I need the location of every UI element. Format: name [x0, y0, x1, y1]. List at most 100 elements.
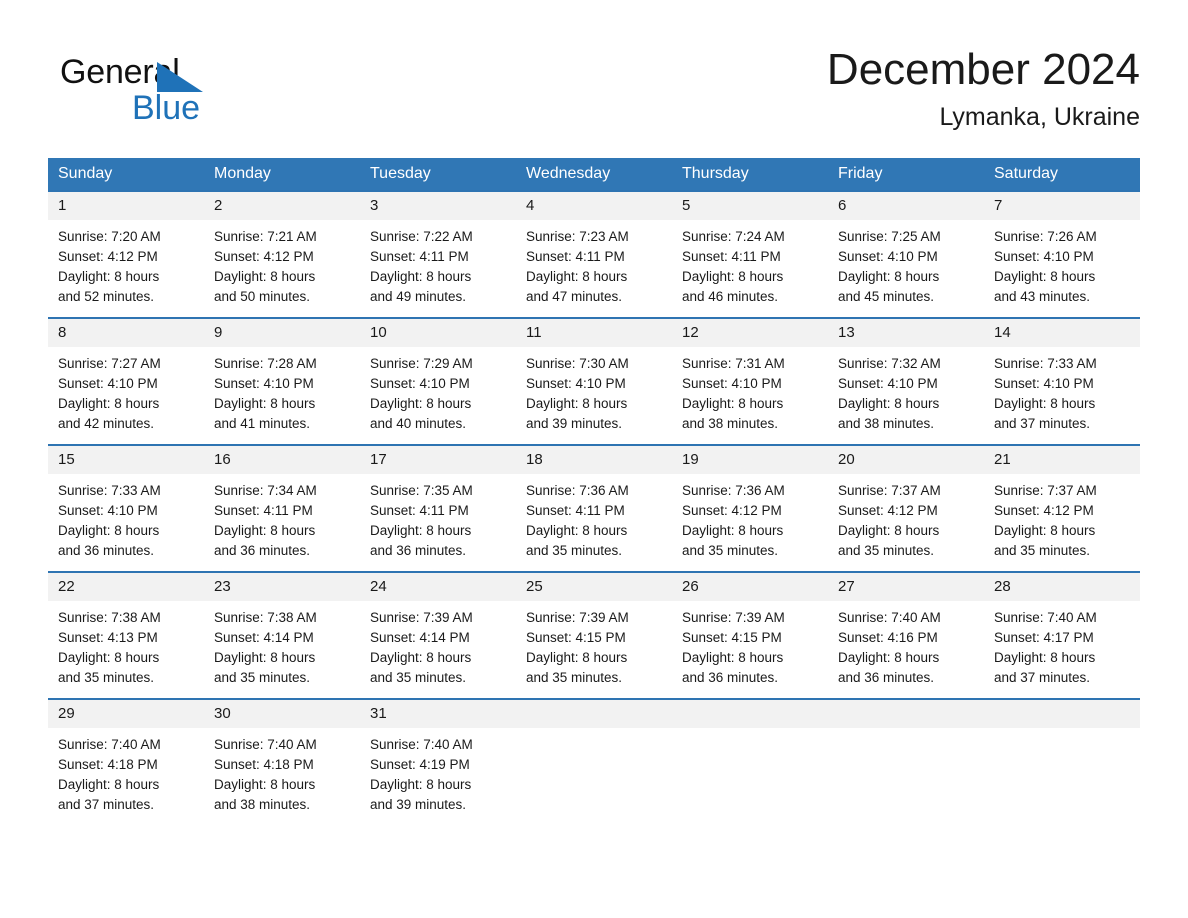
sunrise-text: Sunrise: 7:40 AM	[58, 737, 161, 752]
day-number: 8	[48, 319, 204, 347]
day-cell[interactable]: 22 Sunrise: 7:38 AM Sunset: 4:13 PM Dayl…	[48, 571, 204, 699]
sunset-text: Sunset: 4:16 PM	[838, 630, 938, 645]
daylight-text-line2: and 39 minutes.	[370, 797, 467, 812]
day-cell[interactable]: 15 Sunrise: 7:33 AM Sunset: 4:10 PM Dayl…	[48, 444, 204, 572]
calendar-table: Sunday Monday Tuesday Wednesday Thursday…	[48, 158, 1140, 825]
day-cell[interactable]: 7 Sunrise: 7:26 AM Sunset: 4:10 PM Dayli…	[984, 190, 1140, 318]
daylight-text-line1: Daylight: 8 hours	[58, 523, 160, 538]
day-cell[interactable]: 13 Sunrise: 7:32 AM Sunset: 4:10 PM Dayl…	[828, 317, 984, 445]
day-number: 22	[48, 573, 204, 601]
sunrise-text: Sunrise: 7:31 AM	[682, 356, 785, 371]
day-number: 29	[48, 700, 204, 728]
day-cell[interactable]: 10 Sunrise: 7:29 AM Sunset: 4:10 PM Dayl…	[360, 317, 516, 445]
day-cell[interactable]: 9 Sunrise: 7:28 AM Sunset: 4:10 PM Dayli…	[204, 317, 360, 445]
daylight-text-line1: Daylight: 8 hours	[58, 396, 160, 411]
day-number	[516, 700, 672, 728]
daylight-text-line1: Daylight: 8 hours	[838, 650, 940, 665]
daylight-text-line1: Daylight: 8 hours	[526, 269, 628, 284]
day-cell[interactable]: 25 Sunrise: 7:39 AM Sunset: 4:15 PM Dayl…	[516, 571, 672, 699]
weekday-header-monday: Monday	[204, 158, 360, 191]
day-cell[interactable]: 2 Sunrise: 7:21 AM Sunset: 4:12 PM Dayli…	[204, 190, 360, 318]
daylight-text-line1: Daylight: 8 hours	[370, 269, 472, 284]
day-cell[interactable]: 1 Sunrise: 7:20 AM Sunset: 4:12 PM Dayli…	[48, 190, 204, 318]
daylight-text-line1: Daylight: 8 hours	[838, 523, 940, 538]
day-cell[interactable]: 12 Sunrise: 7:31 AM Sunset: 4:10 PM Dayl…	[672, 317, 828, 445]
day-number	[672, 700, 828, 728]
day-cell[interactable]: 18 Sunrise: 7:36 AM Sunset: 4:11 PM Dayl…	[516, 444, 672, 572]
day-details: Sunrise: 7:30 AM Sunset: 4:10 PM Dayligh…	[516, 347, 672, 444]
daylight-text-line2: and 35 minutes.	[682, 543, 779, 558]
day-number: 11	[516, 319, 672, 347]
day-number: 6	[828, 192, 984, 220]
sunset-text: Sunset: 4:10 PM	[58, 503, 158, 518]
sunrise-text: Sunrise: 7:37 AM	[838, 483, 941, 498]
day-cell[interactable]: 20 Sunrise: 7:37 AM Sunset: 4:12 PM Dayl…	[828, 444, 984, 572]
day-cell[interactable]: 19 Sunrise: 7:36 AM Sunset: 4:12 PM Dayl…	[672, 444, 828, 572]
daylight-text-line1: Daylight: 8 hours	[682, 650, 784, 665]
day-cell[interactable]: 29 Sunrise: 7:40 AM Sunset: 4:18 PM Dayl…	[48, 698, 204, 825]
sunrise-text: Sunrise: 7:28 AM	[214, 356, 317, 371]
day-number: 20	[828, 446, 984, 474]
day-cell[interactable]: 31 Sunrise: 7:40 AM Sunset: 4:19 PM Dayl…	[360, 698, 516, 825]
day-number: 4	[516, 192, 672, 220]
day-number: 12	[672, 319, 828, 347]
day-cell[interactable]: 23 Sunrise: 7:38 AM Sunset: 4:14 PM Dayl…	[204, 571, 360, 699]
sunset-text: Sunset: 4:12 PM	[838, 503, 938, 518]
general-blue-logo[interactable]: General Blue	[60, 52, 290, 136]
calendar-week-row: 8 Sunrise: 7:27 AM Sunset: 4:10 PM Dayli…	[48, 317, 1140, 445]
title-block: December 2024 Lymanka, Ukraine	[827, 44, 1140, 134]
daylight-text-line2: and 37 minutes.	[58, 797, 155, 812]
day-details: Sunrise: 7:23 AM Sunset: 4:11 PM Dayligh…	[516, 220, 672, 317]
sunrise-text: Sunrise: 7:39 AM	[526, 610, 629, 625]
day-cell[interactable]: 30 Sunrise: 7:40 AM Sunset: 4:18 PM Dayl…	[204, 698, 360, 825]
day-details: Sunrise: 7:39 AM Sunset: 4:15 PM Dayligh…	[516, 601, 672, 698]
day-cell[interactable]: 4 Sunrise: 7:23 AM Sunset: 4:11 PM Dayli…	[516, 190, 672, 318]
logo-text-blue: Blue	[132, 89, 201, 127]
day-cell[interactable]: 5 Sunrise: 7:24 AM Sunset: 4:11 PM Dayli…	[672, 190, 828, 318]
day-details	[984, 728, 1140, 818]
day-cell[interactable]: 11 Sunrise: 7:30 AM Sunset: 4:10 PM Dayl…	[516, 317, 672, 445]
day-number: 24	[360, 573, 516, 601]
day-details: Sunrise: 7:35 AM Sunset: 4:11 PM Dayligh…	[360, 474, 516, 571]
day-details: Sunrise: 7:24 AM Sunset: 4:11 PM Dayligh…	[672, 220, 828, 317]
day-cell[interactable]: 6 Sunrise: 7:25 AM Sunset: 4:10 PM Dayli…	[828, 190, 984, 318]
day-details: Sunrise: 7:28 AM Sunset: 4:10 PM Dayligh…	[204, 347, 360, 444]
day-number: 27	[828, 573, 984, 601]
location-subtitle: Lymanka, Ukraine	[939, 103, 1140, 131]
daylight-text-line1: Daylight: 8 hours	[994, 523, 1096, 538]
sunset-text: Sunset: 4:14 PM	[370, 630, 470, 645]
daylight-text-line2: and 36 minutes.	[58, 543, 155, 558]
calendar-body: 1 Sunrise: 7:20 AM Sunset: 4:12 PM Dayli…	[48, 190, 1140, 825]
sunrise-text: Sunrise: 7:30 AM	[526, 356, 629, 371]
day-cell[interactable]: 16 Sunrise: 7:34 AM Sunset: 4:11 PM Dayl…	[204, 444, 360, 572]
day-details	[516, 728, 672, 818]
sunrise-text: Sunrise: 7:37 AM	[994, 483, 1097, 498]
day-cell[interactable]: 21 Sunrise: 7:37 AM Sunset: 4:12 PM Dayl…	[984, 444, 1140, 572]
sunrise-text: Sunrise: 7:38 AM	[214, 610, 317, 625]
weekday-header-sunday: Sunday	[48, 158, 204, 191]
daylight-text-line2: and 41 minutes.	[214, 416, 311, 431]
day-details: Sunrise: 7:34 AM Sunset: 4:11 PM Dayligh…	[204, 474, 360, 571]
day-cell[interactable]: 17 Sunrise: 7:35 AM Sunset: 4:11 PM Dayl…	[360, 444, 516, 572]
daylight-text-line2: and 46 minutes.	[682, 289, 779, 304]
day-number: 1	[48, 192, 204, 220]
day-cell[interactable]: 28 Sunrise: 7:40 AM Sunset: 4:17 PM Dayl…	[984, 571, 1140, 699]
sunrise-text: Sunrise: 7:39 AM	[682, 610, 785, 625]
sunrise-text: Sunrise: 7:29 AM	[370, 356, 473, 371]
daylight-text-line2: and 50 minutes.	[214, 289, 311, 304]
day-cell[interactable]: 14 Sunrise: 7:33 AM Sunset: 4:10 PM Dayl…	[984, 317, 1140, 445]
day-cell[interactable]: 24 Sunrise: 7:39 AM Sunset: 4:14 PM Dayl…	[360, 571, 516, 699]
day-cell[interactable]: 27 Sunrise: 7:40 AM Sunset: 4:16 PM Dayl…	[828, 571, 984, 699]
day-details: Sunrise: 7:22 AM Sunset: 4:11 PM Dayligh…	[360, 220, 516, 317]
daylight-text-line2: and 35 minutes.	[994, 543, 1091, 558]
daylight-text-line2: and 36 minutes.	[682, 670, 779, 685]
day-cell[interactable]: 26 Sunrise: 7:39 AM Sunset: 4:15 PM Dayl…	[672, 571, 828, 699]
day-number: 19	[672, 446, 828, 474]
calendar-week-row: 22 Sunrise: 7:38 AM Sunset: 4:13 PM Dayl…	[48, 571, 1140, 699]
daylight-text-line2: and 36 minutes.	[370, 543, 467, 558]
day-cell-empty	[516, 698, 672, 825]
day-cell[interactable]: 3 Sunrise: 7:22 AM Sunset: 4:11 PM Dayli…	[360, 190, 516, 318]
day-cell[interactable]: 8 Sunrise: 7:27 AM Sunset: 4:10 PM Dayli…	[48, 317, 204, 445]
day-details: Sunrise: 7:39 AM Sunset: 4:15 PM Dayligh…	[672, 601, 828, 698]
daylight-text-line2: and 38 minutes.	[838, 416, 935, 431]
